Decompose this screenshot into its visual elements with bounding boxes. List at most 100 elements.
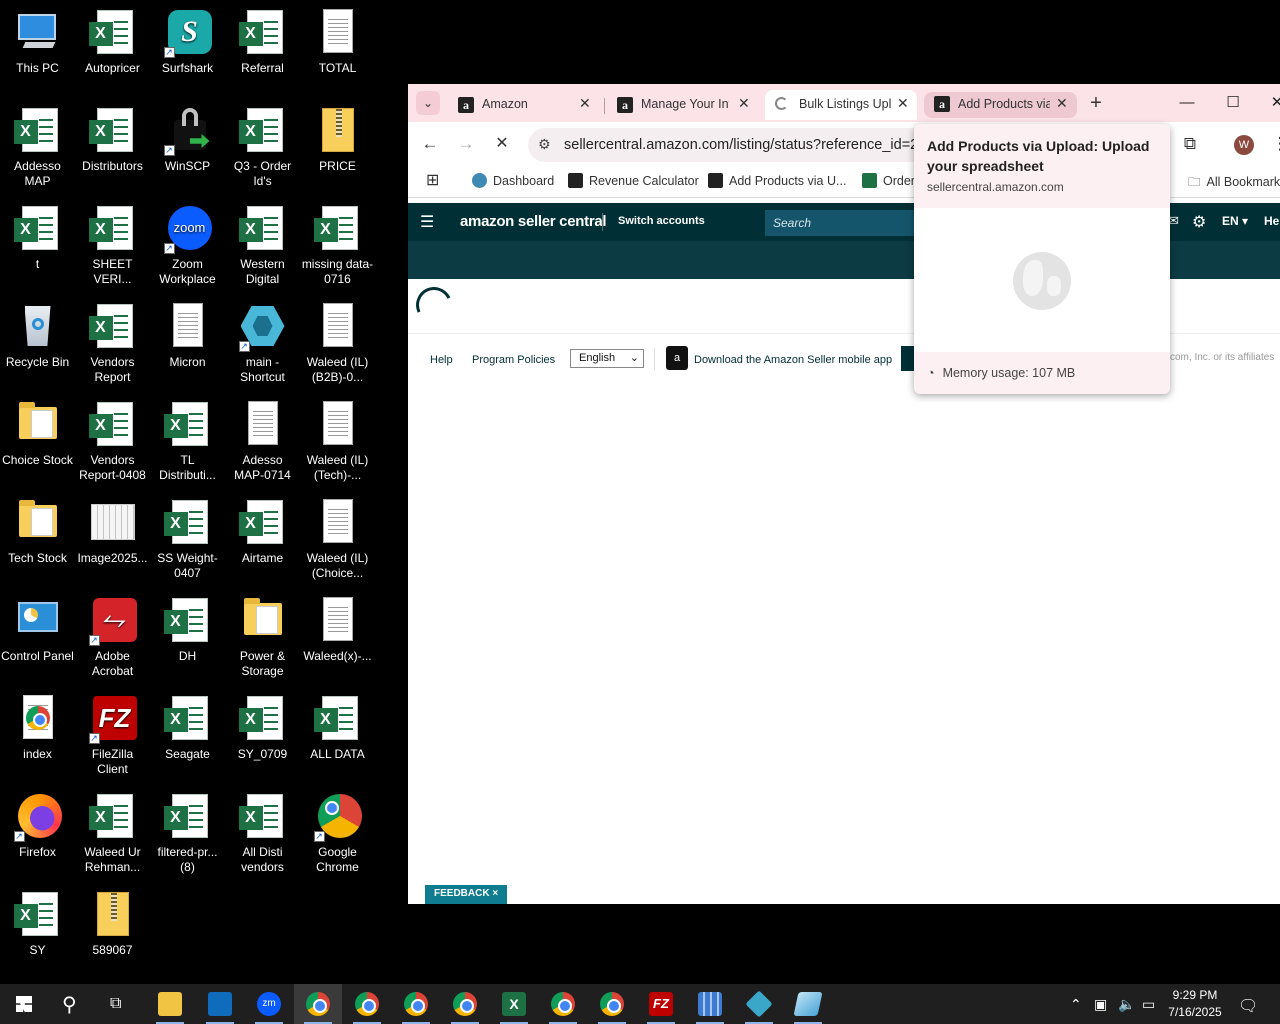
start-button[interactable]: [0, 984, 48, 1024]
tab-manage-inventory[interactable]: a Manage Your Inv ✕: [607, 90, 755, 120]
desktop-icon[interactable]: X Waleed Ur Rehman...: [75, 788, 150, 884]
footer-help-link[interactable]: Help: [430, 354, 453, 366]
taskbar-chrome-5[interactable]: [539, 984, 587, 1024]
monitor-icon[interactable]: ▭: [1142, 996, 1155, 1013]
desktop-icon[interactable]: Recycle Bin: [0, 298, 75, 394]
taskbar-chrome-2[interactable]: [343, 984, 391, 1024]
seller-central-logo[interactable]: amazon seller central: [460, 213, 607, 230]
desktop-icon[interactable]: X DH: [150, 592, 225, 688]
desktop-icon[interactable]: X SHEET VERI...: [75, 200, 150, 296]
close-tab-icon[interactable]: ✕: [1056, 95, 1068, 112]
desktop-icon[interactable]: X Vendors Report: [75, 298, 150, 394]
taskbar-main-app[interactable]: [735, 984, 783, 1024]
close-tab-icon[interactable]: ✕: [579, 95, 591, 112]
network-alert-icon[interactable]: ▣: [1094, 996, 1107, 1013]
show-hidden-icons-chevron[interactable]: ⌃: [1070, 996, 1082, 1013]
desktop-icon[interactable]: X Addesso MAP: [0, 102, 75, 198]
desktop-icon[interactable]: X SY: [0, 886, 75, 982]
desktop-icon[interactable]: ↗ Google Chrome: [300, 788, 375, 884]
taskbar-notepad-app[interactable]: [784, 984, 832, 1024]
taskbar-chrome-6[interactable]: [588, 984, 636, 1024]
tab-bulk-listings[interactable]: Bulk Listings Upl ✕: [765, 90, 917, 120]
minimize-button[interactable]: —: [1164, 90, 1210, 116]
desktop-icon[interactable]: Xt: [0, 200, 75, 296]
feedback-button[interactable]: FEEDBACK ×: [425, 885, 508, 904]
help-link[interactable]: He: [1264, 214, 1279, 228]
taskbar-chrome-4[interactable]: [441, 984, 489, 1024]
tab-add-products[interactable]: a Add Products via ✕: [924, 92, 1077, 118]
desktop-icon[interactable]: Waleed (IL)(Tech)-...: [300, 396, 375, 492]
hamburger-menu-icon[interactable]: ☰: [420, 212, 434, 232]
search-button[interactable]: ⚲: [48, 984, 96, 1024]
extensions-icon[interactable]: ⧉: [1178, 132, 1202, 156]
close-window-button[interactable]: ✕: [1254, 90, 1280, 116]
desktop-icon[interactable]: FZ ↗ FileZilla Client: [75, 690, 150, 786]
desktop-icon[interactable]: X Airtame: [225, 494, 300, 590]
system-clock[interactable]: 9:29 PM 7/16/2025: [1160, 987, 1230, 1021]
switch-accounts-button[interactable]: Switch accounts: [618, 215, 705, 227]
desktop-icon[interactable]: Tech Stock: [0, 494, 75, 590]
desktop-icon[interactable]: X Seagate: [150, 690, 225, 786]
seller-search-input[interactable]: Search: [765, 210, 925, 236]
maximize-button[interactable]: ☐: [1210, 90, 1256, 116]
profile-avatar[interactable]: W: [1234, 135, 1254, 155]
desktop-icon[interactable]: X SY_0709: [225, 690, 300, 786]
stop-loading-button[interactable]: ✕: [490, 132, 514, 156]
desktop-icon[interactable]: ↗ main - Shortcut: [225, 298, 300, 394]
desktop-icon[interactable]: Waleed (IL)(B2B)-0...: [300, 298, 375, 394]
new-tab-button[interactable]: +: [1084, 91, 1108, 115]
desktop-icon[interactable]: Micron: [150, 298, 225, 394]
settings-gear-icon[interactable]: ⚙: [1192, 212, 1206, 232]
close-tab-icon[interactable]: ✕: [738, 95, 750, 112]
taskbar-calculator[interactable]: [686, 984, 734, 1024]
desktop-icon[interactable]: Choice Stock: [0, 396, 75, 492]
desktop-icon[interactable]: ↗ WinSCP: [150, 102, 225, 198]
desktop-icon[interactable]: Waleed(x)-...: [300, 592, 375, 688]
taskbar-file-explorer[interactable]: [146, 984, 194, 1024]
all-bookmarks-button[interactable]: 🗀 All Bookmark: [1188, 173, 1280, 194]
desktop-icon[interactable]: X Western Digital: [225, 200, 300, 296]
desktop-icon[interactable]: Adesso MAP-0714: [225, 396, 300, 492]
desktop-icon[interactable]: Power & Storage: [225, 592, 300, 688]
desktop-icon[interactable]: X Distributors: [75, 102, 150, 198]
language-dropdown[interactable]: English ⌄: [570, 349, 644, 368]
close-tab-icon[interactable]: ✕: [897, 95, 909, 112]
taskbar-outlook[interactable]: [196, 984, 244, 1024]
site-info-icon[interactable]: ⚙: [538, 136, 551, 153]
tab-search-button[interactable]: ⌄: [416, 91, 440, 115]
desktop-icon[interactable]: Image2025...: [75, 494, 150, 590]
url-text[interactable]: sellercentral.amazon.com/listing/status?…: [564, 137, 934, 153]
footer-program-policies-link[interactable]: Program Policies: [472, 354, 555, 366]
tab-amazon[interactable]: a Amazon ✕: [448, 90, 598, 120]
taskbar-chrome-3[interactable]: [392, 984, 440, 1024]
desktop-icon[interactable]: Xmissing data-0716: [300, 200, 375, 296]
desktop-icon[interactable]: This PC: [0, 4, 75, 100]
bookmark-add-products[interactable]: Add Products via U...: [708, 173, 846, 188]
menu-icon[interactable]: ⋮: [1268, 132, 1280, 156]
forward-button[interactable]: →: [454, 132, 478, 156]
task-view-button[interactable]: ⧉: [96, 984, 144, 1024]
desktop-icon[interactable]: X TL Distributi...: [150, 396, 225, 492]
download-app-link[interactable]: Download the Amazon Seller mobile app: [694, 354, 892, 366]
desktop-icon[interactable]: TOTAL: [300, 4, 375, 100]
desktop-icon[interactable]: Xfiltered-pr... (8): [150, 788, 225, 884]
desktop-icon[interactable]: S ↗ Surfshark: [150, 4, 225, 100]
taskbar-excel[interactable]: X: [490, 984, 538, 1024]
taskbar-zoom[interactable]: zm: [245, 984, 293, 1024]
desktop-icon[interactable]: 589067: [75, 886, 150, 982]
bookmark-revenue-calculator[interactable]: Revenue Calculator: [568, 173, 699, 188]
language-selector[interactable]: EN ▾: [1222, 214, 1248, 228]
desktop-icon[interactable]: X Q3 - Order Id's: [225, 102, 300, 198]
desktop-icon[interactable]: X Vendors Report-0408: [75, 396, 150, 492]
desktop-icon[interactable]: index: [0, 690, 75, 786]
bookmark-order[interactable]: Order: [862, 173, 915, 188]
back-button[interactable]: ←: [418, 132, 442, 156]
desktop-icon[interactable]: X Referral: [225, 4, 300, 100]
desktop-icon[interactable]: zoom ↗ Zoom Workplace: [150, 200, 225, 296]
desktop-icon[interactable]: ⥊ ↗ Adobe Acrobat: [75, 592, 150, 688]
desktop-icon[interactable]: Waleed (IL)(Choice...: [300, 494, 375, 590]
taskbar-chrome-profile-w[interactable]: [294, 984, 342, 1024]
taskbar-filezilla[interactable]: FZ: [637, 984, 685, 1024]
bookmark-dashboard[interactable]: Dashboard: [472, 173, 554, 188]
notifications-icon[interactable]: 🗨: [1238, 996, 1258, 1016]
